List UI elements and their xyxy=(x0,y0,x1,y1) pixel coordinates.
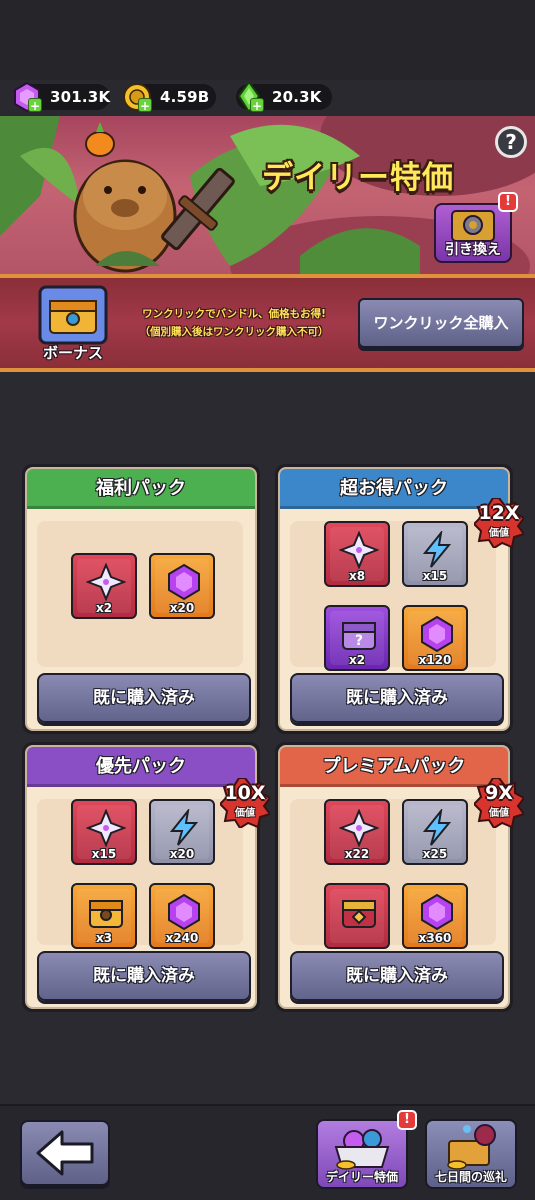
reward-item[interactable]: x20 xyxy=(149,553,215,619)
welfare-pack-purchased-button[interactable]: 既に購入済み xyxy=(37,673,251,723)
page-title: デイリー特価 xyxy=(262,160,454,196)
add-gem-icon[interactable]: + xyxy=(28,98,42,113)
top-spacer xyxy=(0,0,535,80)
tab-daily-deal[interactable]: デイリー特価 xyxy=(316,1119,408,1189)
welfare-pack-title: 福利パック xyxy=(27,469,255,509)
help-button[interactable]: ? xyxy=(495,126,527,158)
bonus-description-line2: （個別購入後はワンクリック購入不可） xyxy=(139,326,329,338)
reward-item[interactable]: x3 xyxy=(71,883,137,949)
value-label: 価値 xyxy=(489,528,509,539)
priority-pack-purchased-button[interactable]: 既に購入済み xyxy=(37,951,251,1001)
reward-quantity: x360 xyxy=(418,931,452,945)
reward-item[interactable]: x15 xyxy=(71,799,137,865)
bonus-label: ボーナス xyxy=(42,344,103,362)
welfare-pack-items: x2 x20 xyxy=(37,521,243,667)
reward-quantity: x22 xyxy=(344,847,370,861)
reward-quantity: x25 xyxy=(422,847,448,861)
gold-amount: 4.59B xyxy=(160,88,210,106)
super-value-pack-items: x8 x15? x2 x120 xyxy=(290,521,496,671)
bonus-chest-icon xyxy=(38,285,108,345)
value-multiplier: 12X xyxy=(478,502,520,524)
welfare-pack-panel: 福利パック x2 x20 既に購入済み xyxy=(25,467,257,731)
premium-pack-purchased-button[interactable]: 既に購入済み xyxy=(290,951,504,1001)
gem-counter[interactable]: + 301.3K xyxy=(14,81,111,113)
tab-daily-deal-label: デイリー特価 xyxy=(325,1170,398,1184)
reward-quantity: x15 xyxy=(422,569,448,583)
value-multiplier: 10X xyxy=(224,782,266,804)
welfare-pack-card: 福利パック x2 x20 既に購入済み xyxy=(22,464,260,734)
crystal-amount: 20.3K xyxy=(272,88,322,106)
add-crystal-icon[interactable]: + xyxy=(250,98,264,113)
exchange-button[interactable]: 引き換え xyxy=(434,203,512,263)
reward-item[interactable]: x20 xyxy=(149,799,215,865)
gold-counter[interactable]: + 4.59B xyxy=(123,83,216,113)
reward-item[interactable]: x360 xyxy=(402,883,468,949)
back-arrow-icon xyxy=(36,1130,94,1176)
reward-quantity: x120 xyxy=(418,653,452,667)
reward-item[interactable]: x240 xyxy=(149,883,215,949)
reward-quantity: x20 xyxy=(169,847,195,861)
reward-quantity: x15 xyxy=(91,847,117,861)
treasure-chest-icon xyxy=(447,1124,496,1170)
reward-item[interactable]: ? x2 xyxy=(324,605,390,671)
exchange-alert-badge: ! xyxy=(498,192,518,212)
reward-item[interactable]: x8 xyxy=(324,521,390,587)
value-multiplier-badge: 9X 価値 xyxy=(474,778,524,828)
currency-bar: + 301.3K + 4.59B + 20.3K xyxy=(0,80,535,116)
tab-seven-day-pilgrimage[interactable]: 七日間の巡礼 xyxy=(425,1119,517,1189)
shopping-basket-icon xyxy=(334,1129,390,1170)
premium-pack-items: x22 x25 x360 xyxy=(290,799,496,949)
value-multiplier-badge: 12X 価値 xyxy=(474,498,524,548)
value-label: 価値 xyxy=(235,808,255,819)
gem-amount: 301.3K xyxy=(50,88,111,106)
tab-seven-day-label: 七日間の巡礼 xyxy=(434,1170,507,1184)
reward-quantity: x20 xyxy=(169,601,195,615)
value-multiplier: 9X xyxy=(485,782,513,804)
exchange-label: 引き換え xyxy=(445,242,501,258)
reward-item[interactable]: x120 xyxy=(402,605,468,671)
reward-quantity: x3 xyxy=(95,931,113,945)
daily-deal-alert-badge: ! xyxy=(397,1110,417,1130)
buy-all-button[interactable]: ワンクリック全購入 xyxy=(358,298,524,348)
value-multiplier-badge: 10X 価値 xyxy=(220,778,270,828)
reward-item[interactable] xyxy=(324,883,390,949)
reward-quantity: x240 xyxy=(165,931,199,945)
add-gold-icon[interactable]: + xyxy=(138,98,152,113)
crystal-counter[interactable]: + 20.3K xyxy=(236,80,332,114)
reward-item[interactable]: x15 xyxy=(402,521,468,587)
reward-quantity: x2 xyxy=(95,601,113,615)
svg-text:?: ? xyxy=(355,633,363,649)
reward-item[interactable]: x2 xyxy=(71,553,137,619)
reward-quantity: x8 xyxy=(348,569,366,583)
reward-quantity: x2 xyxy=(348,653,366,667)
bonus-description-line1: ワンクリックでバンドル、価格もお得! xyxy=(142,308,326,320)
back-button[interactable] xyxy=(20,1120,110,1186)
reward-item[interactable]: x22 xyxy=(324,799,390,865)
priority-pack-items: x15 x20 x3 x240 xyxy=(37,799,243,949)
value-label: 価値 xyxy=(489,808,509,819)
reward-item[interactable]: x25 xyxy=(402,799,468,865)
super-value-pack-purchased-button[interactable]: 既に購入済み xyxy=(290,673,504,723)
